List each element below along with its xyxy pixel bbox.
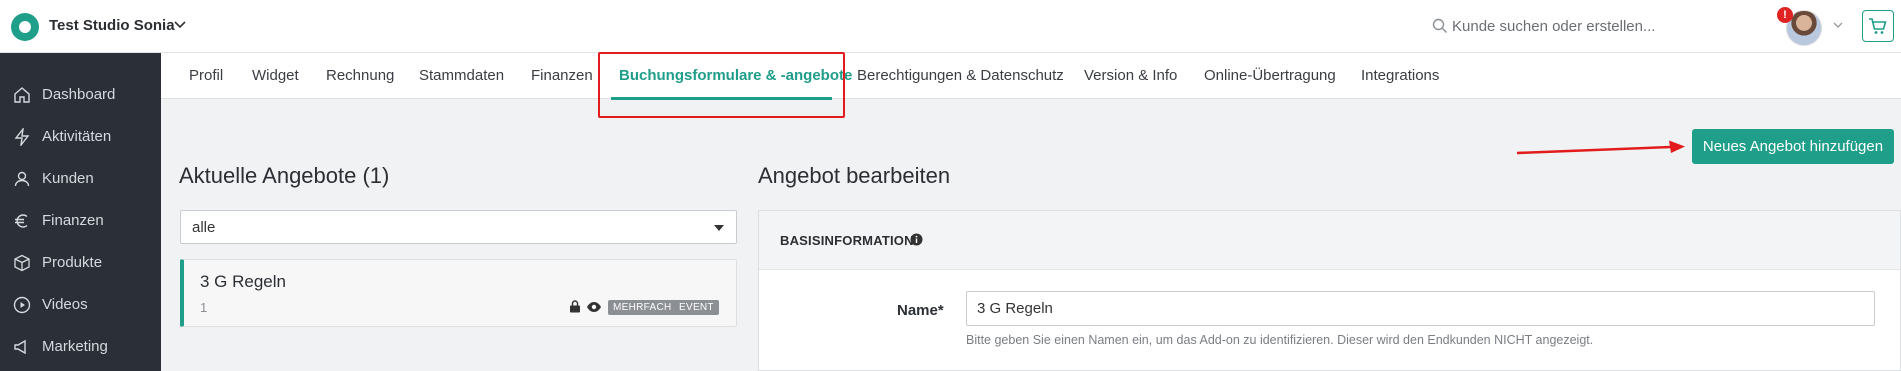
- cart-button[interactable]: [1862, 10, 1894, 42]
- info-icon[interactable]: [910, 233, 923, 246]
- filter-selected-value: alle: [192, 219, 216, 236]
- offer-count: 1: [200, 300, 208, 315]
- tab-stammdaten[interactable]: Stammdaten: [419, 67, 504, 84]
- sidebar-item-videos[interactable]: Videos: [0, 287, 161, 323]
- offer-list-item[interactable]: 3 G Regeln 1 MEHRFACH EVENT: [180, 259, 737, 327]
- sidebar-item-label: Videos: [42, 296, 88, 313]
- top-header: Test Studio Sonia !: [0, 0, 1901, 53]
- tab-version-info[interactable]: Version & Info: [1084, 67, 1177, 84]
- offers-title: Aktuelle Angebote (1): [179, 163, 390, 188]
- customer-search-input[interactable]: [1452, 13, 1672, 39]
- sidebar: Dashboard Aktivitäten Kunden Finanzen Pr…: [0, 53, 161, 371]
- cart-icon: [1869, 18, 1887, 34]
- search-icon: [1432, 18, 1447, 33]
- sidebar-item-label: Marketing: [42, 338, 108, 355]
- tab-rechnung[interactable]: Rechnung: [326, 67, 394, 84]
- eye-icon: [587, 302, 601, 312]
- edit-offer-title: Angebot bearbeiten: [758, 163, 951, 188]
- name-field-hint: Bitte geben Sie einen Namen ein, um das …: [966, 333, 1594, 347]
- tab-berechtigungen[interactable]: Berechtigungen & Datenschutz: [857, 67, 1064, 84]
- settings-tabs: Profil Widget Rechnung Stammdaten Finanz…: [161, 53, 1901, 99]
- megaphone-icon: [14, 339, 26, 355]
- tab-widget[interactable]: Widget: [252, 67, 299, 84]
- studio-name[interactable]: Test Studio Sonia: [49, 17, 175, 34]
- sidebar-item-dashboard[interactable]: Dashboard: [0, 77, 161, 113]
- offer-badge-event: EVENT: [674, 300, 719, 315]
- offers-filter-select[interactable]: alle: [180, 210, 737, 244]
- offer-badge-mehrfach: MEHRFACH: [608, 300, 677, 315]
- tab-finanzen[interactable]: Finanzen: [531, 67, 593, 84]
- tab-online-uebertragung[interactable]: Online-Übertragung: [1204, 67, 1336, 84]
- tab-profil[interactable]: Profil: [189, 67, 223, 84]
- sidebar-item-marketing[interactable]: Marketing: [0, 329, 161, 365]
- chevron-down-icon[interactable]: [172, 16, 188, 32]
- sidebar-item-label: Dashboard: [42, 86, 116, 103]
- annotation-highlight-box: [598, 52, 845, 118]
- sidebar-item-label: Finanzen: [42, 212, 104, 229]
- brand-logo[interactable]: [11, 13, 39, 41]
- sidebar-item-finances[interactable]: Finanzen: [0, 203, 161, 239]
- section-label: BASISINFORMATION: [780, 233, 914, 248]
- tab-integrations[interactable]: Integrations: [1361, 67, 1439, 84]
- home-icon: [14, 87, 30, 103]
- box-icon: [14, 254, 30, 272]
- bolt-icon: [14, 128, 30, 146]
- add-offer-button[interactable]: Neues Angebot hinzufügen: [1692, 129, 1894, 164]
- basic-info-header: BASISINFORMATION: [759, 211, 1900, 270]
- sidebar-item-label: Produkte: [42, 254, 103, 271]
- lock-icon: [570, 300, 580, 313]
- user-icon: [14, 171, 30, 187]
- euro-icon: [15, 214, 28, 228]
- notification-badge[interactable]: !: [1777, 7, 1793, 23]
- sidebar-item-products[interactable]: Produkte: [0, 245, 161, 281]
- play-icon: [13, 296, 31, 314]
- sidebar-item-customers[interactable]: Kunden: [0, 161, 161, 197]
- name-field-label: Name*: [897, 302, 944, 319]
- sidebar-item-label: Aktivitäten: [42, 128, 112, 145]
- sidebar-item-activities[interactable]: Aktivitäten: [0, 119, 161, 155]
- edit-offer-panel: BASISINFORMATION Name* Bitte geben Sie e…: [758, 210, 1901, 371]
- annotation-arrow: [1516, 140, 1685, 155]
- offer-name: 3 G Regeln: [200, 272, 286, 291]
- chevron-down-icon[interactable]: [1831, 18, 1845, 32]
- sidebar-item-label: Kunden: [42, 170, 94, 187]
- caret-down-icon: [714, 225, 724, 231]
- offer-name-input[interactable]: [966, 291, 1875, 326]
